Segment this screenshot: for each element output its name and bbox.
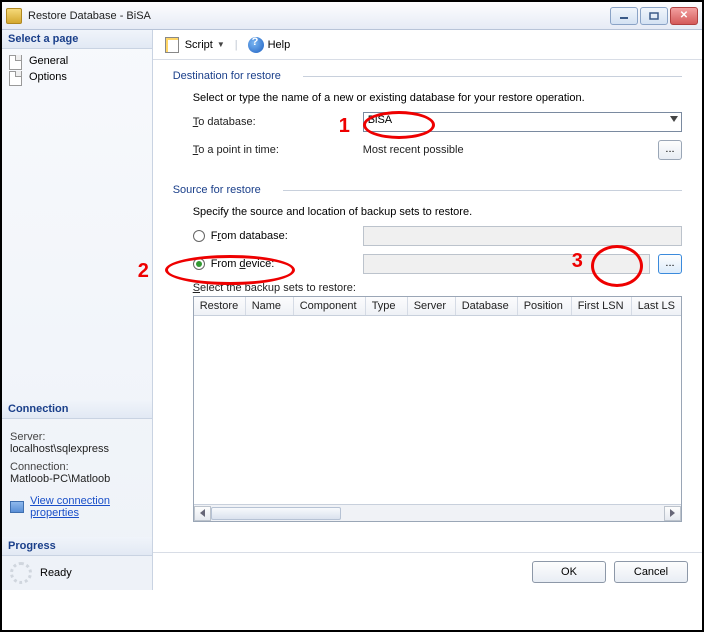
col-restore[interactable]: Restore <box>194 297 246 315</box>
right-panel: Script ▼ | Help Destination for restore … <box>153 30 702 590</box>
scroll-left-button[interactable] <box>194 506 211 521</box>
chevron-down-icon <box>670 116 678 122</box>
page-item-general[interactable]: General <box>8 53 146 69</box>
col-server[interactable]: Server <box>408 297 456 315</box>
col-database[interactable]: Database <box>456 297 518 315</box>
col-last-lsn[interactable]: Last LS <box>632 297 681 315</box>
col-position[interactable]: Position <box>518 297 572 315</box>
to-point-in-time-value: Most recent possible <box>363 144 656 156</box>
horizontal-scrollbar[interactable] <box>194 504 681 521</box>
from-database-input <box>363 226 682 246</box>
source-group-title: Source for restore <box>173 184 682 196</box>
maximize-button[interactable] <box>640 7 668 25</box>
scroll-right-button[interactable] <box>664 506 681 521</box>
from-device-radio[interactable]: From device: <box>193 258 363 270</box>
col-first-lsn[interactable]: First LSN <box>572 297 632 315</box>
page-item-options[interactable]: Options <box>8 69 146 85</box>
radio-checked-icon <box>193 258 205 270</box>
col-component[interactable]: Component <box>294 297 366 315</box>
to-database-value: BiSA <box>368 114 392 126</box>
minimize-button[interactable] <box>610 7 638 25</box>
point-in-time-browse-button[interactable]: ... <box>658 140 682 160</box>
to-database-combo[interactable]: BiSA <box>363 112 682 132</box>
script-icon <box>165 37 181 53</box>
from-device-browse-button[interactable]: ... <box>658 254 682 274</box>
page-icon <box>8 54 24 68</box>
scroll-track[interactable] <box>211 506 664 521</box>
script-label: Script <box>185 39 213 51</box>
ok-button[interactable]: OK <box>532 561 606 583</box>
content-area: Destination for restore Select or type t… <box>153 60 702 552</box>
server-label: Server: <box>10 431 144 443</box>
progress-state: Ready <box>40 567 72 579</box>
scroll-thumb[interactable] <box>211 507 341 520</box>
connection-icon <box>10 501 24 513</box>
window-title: Restore Database - BiSA <box>28 10 610 22</box>
destination-desc: Select or type the name of a new or exis… <box>193 92 682 104</box>
to-database-label: TTo database:o database: <box>193 116 363 128</box>
cancel-button[interactable]: Cancel <box>614 561 688 583</box>
col-name[interactable]: Name <box>246 297 294 315</box>
help-button[interactable]: Help <box>244 35 295 55</box>
source-desc: Specify the source and location of backu… <box>193 206 682 218</box>
connection-header: Connection <box>2 400 152 419</box>
window-frame: Restore Database - BiSA ✕ Select a page … <box>0 0 704 632</box>
page-icon <box>8 70 24 84</box>
select-page-header: Select a page <box>2 30 152 49</box>
destination-group-title: Destination for restore <box>173 70 682 82</box>
to-point-in-time-label: To a point in time: <box>193 144 363 156</box>
radio-icon <box>193 230 205 242</box>
app-icon <box>6 8 22 24</box>
from-database-radio[interactable]: From database: <box>193 230 363 242</box>
script-dropdown[interactable]: Script ▼ <box>161 35 229 55</box>
connection-value: Matloob-PC\Matloob <box>10 473 144 485</box>
progress-header: Progress <box>2 537 152 556</box>
chevron-down-icon: ▼ <box>217 40 225 49</box>
help-label: Help <box>268 39 291 51</box>
toolbar: Script ▼ | Help <box>153 30 702 60</box>
backup-sets-grid[interactable]: Restore Name Component Type Server Datab… <box>193 296 682 522</box>
left-panel: Select a page General Options Connection… <box>2 30 153 590</box>
page-label: General <box>29 55 68 67</box>
page-label: Options <box>29 71 67 83</box>
view-connection-link[interactable]: View connection properties <box>30 495 144 519</box>
from-device-input <box>363 254 650 274</box>
select-backup-sets-label: Select the backup sets to restore: <box>193 282 682 294</box>
progress-ring-icon <box>10 562 32 584</box>
close-button[interactable]: ✕ <box>670 7 698 25</box>
dialog-footer: OK Cancel <box>153 552 702 590</box>
grid-header: Restore Name Component Type Server Datab… <box>194 297 681 316</box>
col-type[interactable]: Type <box>366 297 408 315</box>
help-icon <box>248 37 264 53</box>
grid-body <box>194 316 681 504</box>
titlebar: Restore Database - BiSA ✕ <box>2 2 702 30</box>
connection-label: Connection: <box>10 461 144 473</box>
server-value: localhost\sqlexpress <box>10 443 144 455</box>
